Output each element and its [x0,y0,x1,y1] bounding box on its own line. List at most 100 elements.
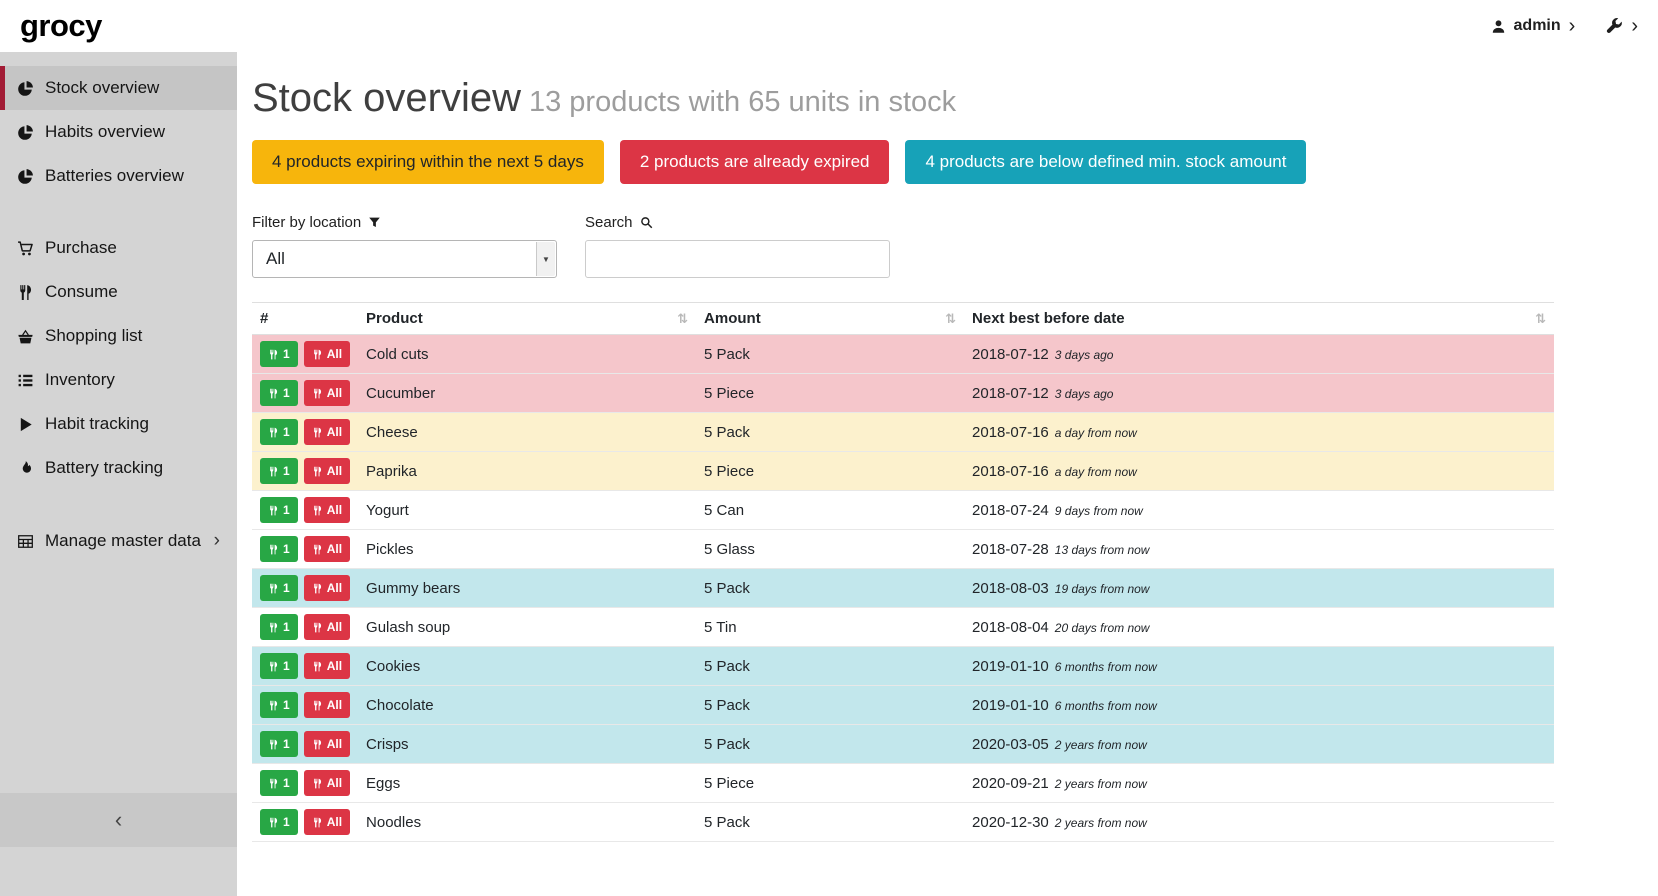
consume-all-button[interactable]: All [304,731,350,757]
consume-1-button[interactable]: 1 [260,341,298,367]
utensils-icon [268,622,279,633]
consume-all-button[interactable]: All [304,692,350,718]
sidebar-item-batteries-overview[interactable]: Batteries overview [0,154,237,198]
utensils-icon [268,661,279,672]
sort-icon[interactable]: ⇅ [677,311,688,327]
user-menu[interactable]: admin › [1491,16,1576,36]
consume-1-button[interactable]: 1 [260,653,298,679]
sidebar-collapse-button[interactable]: ‹ [0,793,237,847]
product-amount: 5 Tin [696,608,964,647]
consume-1-button[interactable]: 1 [260,770,298,796]
location-filter-value: All [266,249,285,269]
consume-button-label: All [327,581,342,595]
consume-button-label: All [327,542,342,556]
row-actions: 1 All [260,653,350,679]
consume-all-button[interactable]: All [304,341,350,367]
column-header-product[interactable]: Product⇅ [358,303,696,335]
best-before-date: 2020-03-05 [972,736,1049,753]
sidebar-item-label: Batteries overview [45,166,184,186]
alert-expiring-soon[interactable]: 4 products expiring within the next 5 da… [252,140,604,184]
location-filter-select[interactable]: All ▼ [252,240,557,278]
consume-1-button[interactable]: 1 [260,497,298,523]
consume-all-button[interactable]: All [304,419,350,445]
consume-1-button[interactable]: 1 [260,809,298,835]
best-before-date: 2018-07-24 [972,502,1049,519]
list-icon [17,372,34,389]
consume-1-button[interactable]: 1 [260,731,298,757]
app-logo[interactable]: grocy [20,8,102,44]
best-before-relative: 6 months from now [1055,699,1157,713]
product-amount: 5 Can [696,491,964,530]
consume-all-button[interactable]: All [304,653,350,679]
sidebar-item-label: Habit tracking [45,414,149,434]
stock-row-yogurt: 1AllYogurt5 Can2018-07-249 days from now [252,491,1554,530]
row-actions: 1All [260,497,350,523]
sort-icon[interactable]: ⇅ [945,311,956,327]
utensils-icon [268,778,279,789]
stock-row-chocolate: 1AllChocolate5 Pack2019-01-106 months fr… [252,686,1554,725]
consume-1-button[interactable]: 1 [260,380,298,406]
stock-row-paprika: 1AllPaprika5 Piece2018-07-16a day from n… [252,452,1554,491]
alert-below-min-stock[interactable]: 4 products are below defined min. stock … [905,140,1306,184]
row-actions: 1All [260,692,350,718]
consume-all-button[interactable]: All [304,575,350,601]
consume-all-button[interactable]: All [304,536,350,562]
utensils-icon [312,388,323,399]
sidebar-item-manage-master-data[interactable]: Manage master data› [0,518,237,564]
consume-1-button[interactable]: 1 [260,419,298,445]
consume-all-button[interactable]: All [304,614,350,640]
best-before-date: 2018-07-12 [972,385,1049,402]
consume-1-button[interactable]: 1 [260,536,298,562]
stock-row-cookies: 1AllCookies5 Pack2019-01-106 months from… [252,647,1554,686]
sidebar-item-label: Stock overview [45,78,159,98]
utensils-icon [312,778,323,789]
best-before-relative: 2 years from now [1055,738,1147,752]
product-name: Paprika [358,452,696,491]
topbar-right: admin › › [1491,16,1638,36]
filter-row: Filter by location All ▼ Search [252,214,1554,278]
best-before-date: 2019-01-10 [972,658,1049,675]
product-amount: 5 Pack [696,413,964,452]
utensils-icon [268,544,279,555]
consume-button-label: All [327,776,342,790]
sidebar-item-battery-tracking[interactable]: Battery tracking [0,446,237,490]
sidebar-item-habits-overview[interactable]: Habits overview [0,110,237,154]
consume-1-button[interactable]: 1 [260,614,298,640]
settings-menu[interactable]: › [1605,16,1638,36]
consume-1-button[interactable]: 1 [260,692,298,718]
consume-button-label: 1 [283,620,290,634]
consume-all-button[interactable]: All [304,770,350,796]
sidebar-item-purchase[interactable]: Purchase [0,226,237,270]
consume-all-button[interactable]: All [304,380,350,406]
sidebar-item-habit-tracking[interactable]: Habit tracking [0,402,237,446]
column-header-next-best-before-date[interactable]: Next best before date⇅ [964,303,1554,335]
best-before-relative: 9 days from now [1055,504,1143,518]
column-header-amount[interactable]: Amount ⇅ [696,303,964,335]
chevron-right-icon: › [1631,16,1638,36]
search-group: Search [585,214,890,278]
alert-expired[interactable]: 2 products are already expired [620,140,890,184]
consume-all-button[interactable]: All [304,809,350,835]
consume-1-button[interactable]: 1 [260,458,298,484]
utensils-icon [312,427,323,438]
consume-1-button[interactable]: 1 [260,575,298,601]
sidebar-item-label: Inventory [45,370,115,390]
filter-by-location-label: Filter by location [252,214,557,231]
page-title: Stock overview13 products with 65 units … [252,76,1554,120]
column-label: Amount [704,310,761,327]
column-label: # [260,310,268,327]
consume-all-button[interactable]: All [304,497,350,523]
fire-icon [17,460,34,477]
stock-row-crisps: 1AllCrisps5 Pack2020-03-052 years from n… [252,725,1554,764]
page-subtitle: 13 products with 65 units in stock [529,86,956,118]
best-before-relative: 3 days ago [1055,387,1114,401]
sidebar-item-stock-overview[interactable]: Stock overview [0,66,237,110]
product-name: Cookies [358,647,696,686]
consume-all-button[interactable]: All [304,458,350,484]
sidebar-item-consume[interactable]: Consume [0,270,237,314]
search-input[interactable] [585,240,890,278]
sidebar-item-shopping-list[interactable]: Shopping list [0,314,237,358]
sidebar-item-inventory[interactable]: Inventory [0,358,237,402]
consume-button-label: 1 [283,659,290,673]
sort-icon[interactable]: ⇅ [1535,311,1546,327]
